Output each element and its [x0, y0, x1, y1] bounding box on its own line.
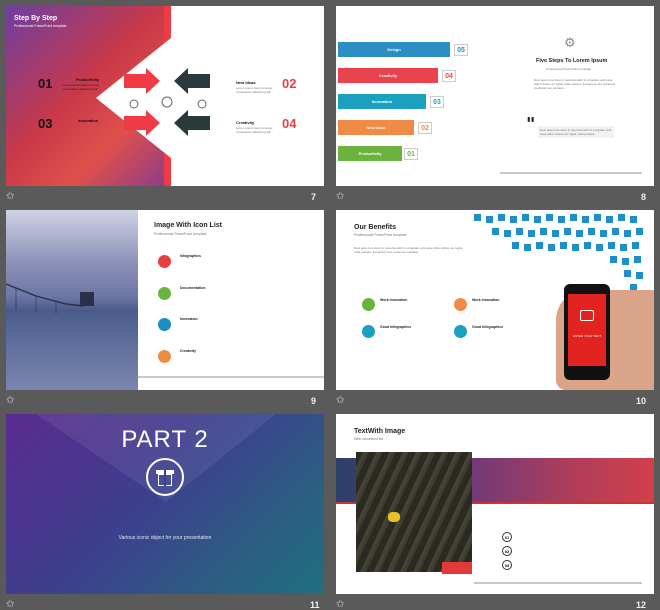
list-item-label: Infographics [180, 254, 202, 258]
slide-title: Step By Step [14, 15, 58, 22]
slide-number: 11 [310, 600, 320, 610]
yellow-leaf [388, 512, 400, 522]
list-number: 01 [502, 532, 512, 542]
list-number: 02 [502, 546, 512, 556]
list-item-icon [158, 287, 171, 300]
benefit-icon [362, 298, 375, 311]
star-icon[interactable]: ✩ [336, 396, 344, 406]
step-badge: 01 [404, 148, 418, 160]
slide-title: Five Steps To Lorem Ipsum [536, 58, 608, 64]
list-item-icon [158, 350, 171, 363]
slide-11[interactable]: PART 2 Various iconic object for your pr… [6, 414, 324, 594]
photo-accent [442, 562, 472, 574]
slide-subtitle: Professional PowerPoint template [154, 232, 207, 236]
feature-photo [356, 452, 472, 572]
benefit-label: Good Infographics [472, 325, 504, 329]
body-text: Duis aute irure dolor in reprehenderit i… [354, 246, 463, 254]
slide-title: TextWith Image [354, 428, 406, 435]
slide-12[interactable]: TextWith Image With numbered list 01 02 … [336, 414, 654, 594]
step-text: Lorem ipsum dolor sit amet, consectetur … [63, 83, 101, 91]
slide-number: 12 [636, 600, 647, 610]
icon-cloud [474, 214, 643, 291]
quote-text: Duis aute irure dolor in reprehenderit i… [538, 126, 614, 138]
slide-number: 7 [311, 192, 317, 202]
pier-silhouette [6, 283, 94, 314]
step-num-03: 03 [38, 116, 53, 131]
step-num-04: 04 [282, 116, 297, 131]
step-badge: 02 [418, 122, 432, 134]
step-badge: 04 [442, 70, 456, 82]
step-bar: Design [338, 42, 450, 57]
benefit-label: Work Innovation [380, 298, 408, 302]
list-item-label: Creativity [180, 349, 196, 353]
list-item-label: Innovation [180, 317, 198, 321]
benefit-icon [454, 298, 467, 311]
step-text: Lorem ipsum dolor sit amet, consectetur … [236, 126, 274, 134]
star-icon[interactable]: ✩ [336, 192, 344, 202]
step-badge: 05 [454, 44, 468, 56]
star-icon[interactable]: ✩ [6, 192, 14, 202]
list-item-icon [158, 318, 171, 331]
step-label: Productivity [76, 77, 100, 82]
star-icon[interactable]: ✩ [6, 600, 14, 610]
step-label: Creativity [236, 120, 255, 125]
phone-screen [568, 294, 606, 366]
slide-10[interactable]: Our Benefits Professional PowerPoint tem… [336, 210, 654, 390]
slide-title: Our Benefits [354, 224, 397, 231]
step-bar: Creativity [338, 68, 438, 83]
gears-icon: ⚙ [564, 36, 576, 51]
list-item-icon [158, 255, 171, 268]
step-bar: Productivity [338, 146, 402, 161]
part-subtitle: Various iconic object for your presentat… [118, 535, 212, 541]
step-label: Innovation [78, 118, 99, 123]
step-badge: 03 [430, 96, 444, 108]
benefit-label: Work Innovation [472, 298, 500, 302]
slide-8[interactable]: Design 05 Creativity 04 Innovation 03 Ne… [336, 6, 654, 186]
slide-subtitle: Professional PowerPoint template [14, 24, 67, 28]
benefit-label: Good Infographics [380, 325, 412, 329]
star-icon[interactable]: ✩ [336, 600, 344, 610]
benefit-icon [362, 325, 375, 338]
body-text: Duis aute irure dolor in reprehenderit i… [534, 78, 615, 90]
gift-icon [146, 458, 184, 496]
benefit-icon [454, 325, 467, 338]
list-number: 03 [502, 560, 512, 570]
phone-screen-text: ENTER YOUR TEXT [572, 334, 602, 338]
step-text: Lorem ipsum dolor sit amet, consectetur … [236, 86, 274, 94]
quote-icon: " [526, 114, 536, 135]
step-bar: New Ideas [338, 120, 414, 135]
slide-number: 10 [636, 396, 647, 406]
slide-title: Image With Icon List [154, 222, 222, 229]
arrow-cycle-diagram [124, 68, 210, 136]
slide-number: 8 [641, 192, 647, 202]
step-num-02: 02 [282, 76, 297, 91]
part-title: PART 2 [121, 426, 209, 453]
slide-9[interactable]: Image With Icon List Professional PowerP… [6, 210, 324, 390]
step-bar: Innovation [338, 94, 426, 109]
slide-subtitle: Professional PowerPoint template [354, 233, 407, 237]
slide-subtitle: With numbered list [354, 437, 383, 441]
camera-icon [580, 310, 594, 321]
slide-7[interactable]: Step By Step Professional PowerPoint tem… [6, 6, 324, 186]
step-label: New Ideas [236, 80, 256, 85]
slide-subtitle: Professional PowerPoint template [546, 67, 592, 71]
step-num-01: 01 [38, 76, 53, 91]
slide-number: 9 [311, 396, 317, 406]
star-icon[interactable]: ✩ [6, 396, 14, 406]
list-item-label: Documentation [180, 286, 206, 290]
